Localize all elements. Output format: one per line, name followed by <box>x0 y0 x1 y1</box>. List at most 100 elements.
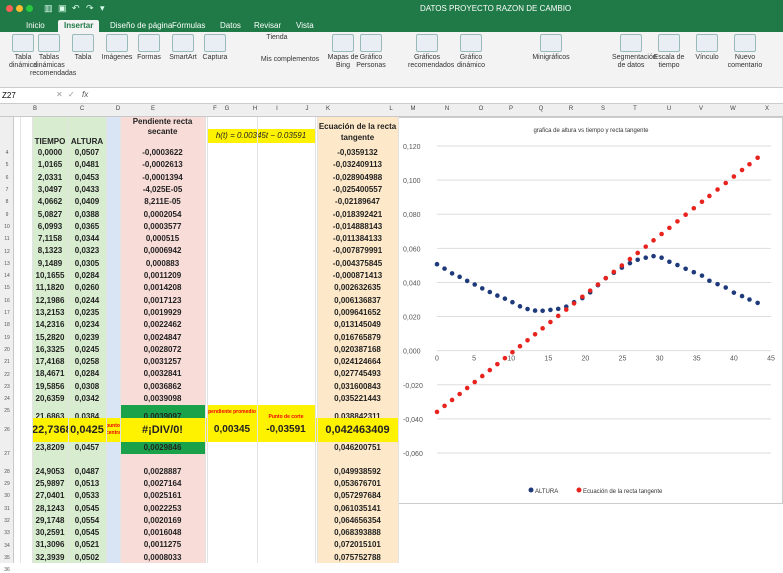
pendiente-cell[interactable]: 0,0019929 <box>120 307 205 319</box>
ecuacion-cell[interactable]: 0,006136837 <box>317 295 398 307</box>
pendiente-cell[interactable]: 0,0017123 <box>120 295 205 307</box>
pendiente-cell[interactable]: #¡DIV/0! <box>120 418 205 442</box>
pendiente-cell[interactable]: 0,0003577 <box>120 221 205 233</box>
pendiente-cell[interactable]: 0,0011275 <box>120 539 205 551</box>
ribbon-button-11[interactable]: Gráficos recomendados <box>408 34 454 70</box>
column-header-Q[interactable]: Q <box>526 106 556 112</box>
ribbon-button-8[interactable]: Mis complementos <box>258 56 322 64</box>
altura-cell[interactable]: 0,0533 <box>68 490 106 502</box>
header-ecuacion[interactable]: Ecuación de la recta tangente <box>317 121 398 145</box>
tab-3[interactable]: Fórmulas <box>166 20 211 32</box>
ribbon-button-6[interactable]: Captura <box>196 34 234 62</box>
altura-cell[interactable]: 0,0234 <box>68 319 106 331</box>
ecuacion-cell[interactable]: 0,016765879 <box>317 332 398 344</box>
ecuacion-cell[interactable]: 0,075752788 <box>317 552 398 564</box>
tiempo-cell[interactable]: 14,2316 <box>32 319 68 331</box>
pendiente-cell[interactable]: 0,0036862 <box>120 381 205 393</box>
altura-cell[interactable]: 0,0554 <box>68 515 106 527</box>
tiempo-cell[interactable]: 25,9897 <box>32 478 68 490</box>
ribbon-button-7[interactable]: Tienda <box>258 34 296 42</box>
tiempo-cell[interactable]: 1,0165 <box>32 159 68 171</box>
tiempo-cell[interactable]: 3,0497 <box>32 184 68 196</box>
ribbon-button-10[interactable]: Gráfico Personas <box>352 34 390 70</box>
pendiente-cell[interactable]: 0,0022253 <box>120 503 205 515</box>
pendiente-cell[interactable]: -4,025E-05 <box>120 184 205 196</box>
column-header-I[interactable]: I <box>262 106 292 112</box>
ecuacion-cell[interactable]: -0,0359132 <box>317 147 398 159</box>
minimize-window-button[interactable] <box>16 5 23 12</box>
altura-cell[interactable]: 0,0425 <box>68 418 106 442</box>
pendiente-cell[interactable]: 0,0027164 <box>120 478 205 490</box>
ecuacion-cell[interactable]: -0,018392421 <box>317 209 398 221</box>
altura-cell[interactable]: 0,0284 <box>68 270 106 282</box>
pendiente-cell[interactable]: 0,0014208 <box>120 282 205 294</box>
formula-input[interactable] <box>98 89 778 102</box>
tiempo-cell[interactable]: 18,4671 <box>32 368 68 380</box>
tab-6[interactable]: Vista <box>290 20 320 32</box>
altura-cell[interactable]: 0,0545 <box>68 527 106 539</box>
ribbon-button-2[interactable]: Tabla <box>64 34 102 62</box>
tiempo-cell[interactable]: 23,8209 <box>32 442 68 454</box>
column-header-E[interactable]: E <box>138 106 168 112</box>
altura-cell[interactable]: 0,0502 <box>68 552 106 564</box>
row-number[interactable]: 36 <box>0 567 14 573</box>
column-header-X[interactable]: X <box>752 106 782 112</box>
column-header-O[interactable]: O <box>466 106 496 112</box>
altura-cell[interactable]: 0,0521 <box>68 539 106 551</box>
ecuacion-cell[interactable]: 0,013145049 <box>317 319 398 331</box>
enter-icon[interactable]: ✓ <box>68 90 75 99</box>
tiempo-cell[interactable]: 29,1748 <box>32 515 68 527</box>
pendiente-cell[interactable]: 0,0002054 <box>120 209 205 221</box>
pendiente-cell[interactable]: 0,0029846 <box>120 442 205 454</box>
ecuacion-cell[interactable]: 0,002632635 <box>317 282 398 294</box>
pendiente-cell[interactable]: 0,0016048 <box>120 527 205 539</box>
pendiente-cell[interactable]: 0,000883 <box>120 258 205 270</box>
name-box[interactable]: Z27 <box>2 91 32 100</box>
column-header-T[interactable]: T <box>620 106 650 112</box>
ribbon-button-17[interactable]: Nuevo comentario <box>726 34 764 70</box>
tiempo-cell[interactable]: 16,3325 <box>32 344 68 356</box>
pendiente-promedio-value[interactable]: 0,00345 <box>207 418 257 442</box>
altura-cell[interactable]: 0,0453 <box>68 172 106 184</box>
ecuacion-cell[interactable]: 0,024124664 <box>317 356 398 368</box>
column-header-S[interactable]: S <box>588 106 618 112</box>
tiempo-cell[interactable]: 28,1243 <box>32 503 68 515</box>
ecuacion-cell[interactable]: 0,057297684 <box>317 490 398 502</box>
altura-cell[interactable]: 0,0513 <box>68 478 106 490</box>
tiempo-cell[interactable]: 31,3096 <box>32 539 68 551</box>
tiempo-cell[interactable]: 5,0827 <box>32 209 68 221</box>
undo-icon[interactable]: ↶ <box>72 3 80 14</box>
tangent-formula[interactable]: h(t) = 0.00345t − 0.03591 <box>207 129 315 143</box>
column-header-N[interactable]: N <box>432 106 462 112</box>
pendiente-cell[interactable]: 0,0024847 <box>120 332 205 344</box>
altura-cell[interactable]: 0,0244 <box>68 295 106 307</box>
tiempo-cell[interactable]: 19,5856 <box>32 381 68 393</box>
ribbon-button-1[interactable]: Tablas dinámicas recomendadas <box>30 34 76 78</box>
altura-cell[interactable]: 0,0507 <box>68 147 106 159</box>
ecuacion-cell[interactable]: 0,035221443 <box>317 393 398 405</box>
header-pendiente[interactable]: Pendiente recta secante <box>120 117 205 147</box>
altura-cell[interactable]: 0,0457 <box>68 442 106 454</box>
column-header-G[interactable]: G <box>212 106 242 112</box>
altura-cell[interactable]: 0,0305 <box>68 258 106 270</box>
pendiente-cell[interactable]: 0,0028072 <box>120 344 205 356</box>
altura-cell[interactable]: 0,0365 <box>68 221 106 233</box>
pendiente-cell[interactable]: -0,0003622 <box>120 147 205 159</box>
altura-cell[interactable]: 0,0481 <box>68 159 106 171</box>
tiempo-cell[interactable]: 10,1655 <box>32 270 68 282</box>
pendiente-cell[interactable]: 0,0020169 <box>120 515 205 527</box>
ribbon-button-4[interactable]: Formas <box>130 34 168 62</box>
altura-cell[interactable]: 0,0433 <box>68 184 106 196</box>
ecuacion-cell[interactable]: 0,053676701 <box>317 478 398 490</box>
altura-cell[interactable]: 0,0239 <box>68 332 106 344</box>
column-header-R[interactable]: R <box>556 106 586 112</box>
worksheet[interactable]: TIEMPO ALTURA Pendiente recta secante Ecuac… <box>0 117 398 563</box>
tiempo-cell[interactable]: 30,2591 <box>32 527 68 539</box>
ecuacion-cell[interactable]: 0,027745493 <box>317 368 398 380</box>
cancel-icon[interactable]: ✕ <box>56 90 63 99</box>
altura-cell[interactable]: 0,0284 <box>68 368 106 380</box>
column-header-D[interactable]: D <box>103 106 133 112</box>
tab-4[interactable]: Datos <box>214 20 247 32</box>
close-window-button[interactable] <box>6 5 13 12</box>
ecuacion-cell[interactable]: -0,014888143 <box>317 221 398 233</box>
